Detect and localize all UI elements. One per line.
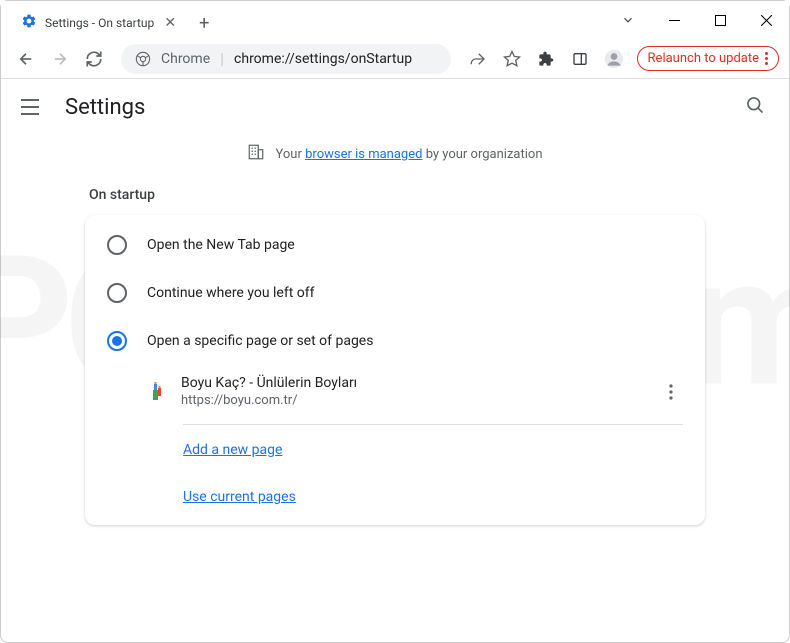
omnibox-url: chrome://settings/onStartup: [234, 51, 412, 67]
building-icon: [247, 143, 265, 165]
profile-icon[interactable]: [599, 44, 629, 74]
omnibox-prefix: Chrome: [161, 51, 210, 67]
radio-icon: [107, 283, 127, 303]
minimize-button[interactable]: [651, 1, 697, 39]
tab-title: Settings - On startup: [45, 16, 154, 30]
search-icon[interactable]: [745, 95, 769, 119]
new-tab-button[interactable]: +: [190, 7, 218, 39]
section-title: On startup: [85, 183, 705, 215]
page-entry-title: Boyu Kaç? - Ünlülerin Boyları: [181, 375, 643, 391]
address-bar[interactable]: Chrome | chrome://settings/onStartup: [121, 44, 451, 74]
browser-tab[interactable]: Settings - On startup ✕: [9, 7, 190, 39]
relaunch-button[interactable]: Relaunch to update: [637, 46, 779, 71]
option-specific[interactable]: Open a specific page or set of pages: [85, 317, 705, 365]
menu-icon[interactable]: [21, 95, 45, 119]
page-entry-url: https://boyu.com.tr/: [181, 393, 643, 408]
chevron-down-icon[interactable]: [605, 1, 651, 39]
omnibox-divider: |: [220, 49, 224, 68]
add-page-link[interactable]: Add a new page: [183, 442, 282, 458]
close-tab-icon[interactable]: ✕: [162, 15, 178, 31]
site-favicon-icon: [149, 382, 165, 402]
radio-icon: [107, 235, 127, 255]
side-panel-icon[interactable]: [565, 44, 595, 74]
use-current-link[interactable]: Use current pages: [183, 489, 296, 505]
share-icon[interactable]: [463, 44, 493, 74]
option-newtab[interactable]: Open the New Tab page: [85, 221, 705, 269]
reload-button[interactable]: [79, 44, 109, 74]
page-more-button[interactable]: [659, 380, 683, 404]
page-title: Settings: [65, 95, 145, 120]
managed-banner: Your browser is managed by your organiza…: [21, 135, 769, 183]
extensions-icon[interactable]: [531, 44, 561, 74]
more-menu-icon: [765, 52, 768, 65]
startup-page-row: Boyu Kaç? - Ünlülerin Boyları https://bo…: [121, 365, 705, 418]
back-button[interactable]: [11, 44, 41, 74]
close-window-button[interactable]: [743, 1, 789, 39]
option-continue[interactable]: Continue where you left off: [85, 269, 705, 317]
settings-favicon-icon: [21, 13, 37, 33]
startup-card: Open the New Tab page Continue where you…: [85, 215, 705, 525]
radio-icon: [107, 331, 127, 351]
forward-button[interactable]: [45, 44, 75, 74]
managed-link[interactable]: browser is managed: [305, 147, 422, 162]
chrome-logo-icon: [135, 51, 151, 67]
relaunch-label: Relaunch to update: [648, 51, 759, 66]
maximize-button[interactable]: [697, 1, 743, 39]
bookmark-icon[interactable]: [497, 44, 527, 74]
